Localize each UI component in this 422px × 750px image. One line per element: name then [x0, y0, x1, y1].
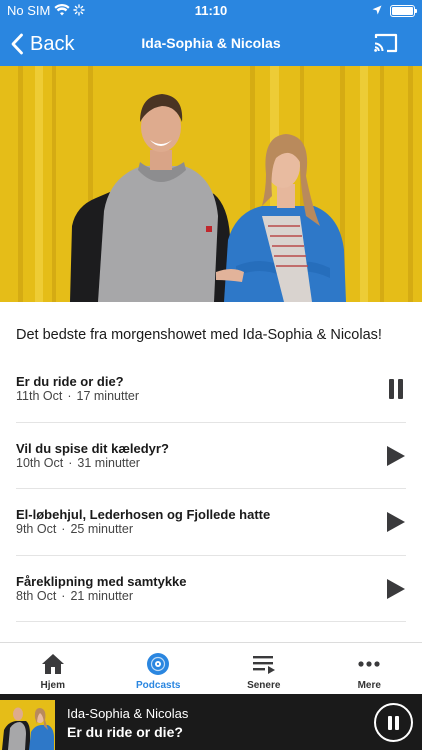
episode-duration: 21 minutter [70, 588, 133, 603]
episode-row[interactable]: Vil du spise dit kæledyr? 10th Oct · 31 mi… [16, 423, 406, 489]
tab-bar: Hjem Podcasts Senere Mere [0, 642, 422, 694]
cast-icon[interactable] [373, 32, 399, 54]
episode-date: 11th Oct [16, 389, 63, 403]
episode-list: Er du ride or die? 11th Oct · 17 minutter … [16, 356, 406, 622]
podcast-disc-icon [147, 653, 170, 675]
episode-duration: 31 minutter [77, 455, 140, 470]
episode-title: El-løbehjul, Lederhosen og Fjollede hatt… [16, 507, 271, 522]
episode-meta: 11th Oct · 17 minutter [16, 389, 140, 403]
episode-date: 9th Oct [16, 522, 57, 536]
episode-row[interactable]: Er du ride or die? 11th Oct · 17 minutter [16, 356, 406, 423]
tab-label: Mere [357, 680, 381, 691]
episode-date: 8th Oct [16, 588, 57, 603]
tab-senere[interactable]: Senere [211, 643, 317, 694]
player-artwork [0, 694, 55, 750]
episode-row[interactable]: El-løbehjul, Lederhosen og Fjollede hatt… [16, 489, 406, 556]
tab-label: Podcasts [136, 680, 181, 691]
tab-podcasts[interactable]: Podcasts [106, 643, 212, 694]
tab-label: Senere [247, 680, 281, 691]
tab-hjem[interactable]: Hjem [0, 643, 106, 694]
playlist-icon [252, 656, 275, 674]
episode-duration: 25 minutter [70, 522, 133, 536]
episode-meta: 10th Oct · 31 minutter [16, 455, 140, 470]
play-icon[interactable] [386, 578, 406, 600]
more-dots-icon [358, 661, 380, 667]
episode-title: Vil du spise dit kæledyr? [16, 440, 169, 456]
episode-title: Fåreklipning med samtykke [16, 573, 187, 589]
episode-meta: 8th Oct · 21 minutter [16, 588, 133, 603]
location-arrow-icon [372, 5, 382, 15]
episode-duration: 17 minutter [76, 389, 140, 403]
home-icon [41, 654, 64, 674]
episode-date: 10th Oct [16, 455, 64, 470]
player-pause-button[interactable] [374, 703, 413, 742]
mini-player[interactable]: Ida-Sophia & Nicolas Er du ride or die? [0, 694, 422, 750]
play-icon[interactable] [386, 511, 406, 533]
battery-icon [390, 5, 417, 17]
tab-mere[interactable]: Mere [317, 643, 422, 694]
hero-image [0, 66, 422, 302]
navigation-bar: Back Ida-Sophia & Nicolas [0, 22, 422, 66]
episode-row[interactable]: Fåreklipning med samtykke 8th Oct · 21 min… [16, 556, 406, 622]
status-bar: No SIM 11:10 [0, 0, 422, 22]
pause-icon[interactable] [386, 378, 406, 400]
episode-meta: 9th Oct · 25 minutter [16, 522, 133, 536]
podcast-description: Det bedste fra morgenshowet med Ida-Soph… [16, 327, 382, 343]
tab-label: Hjem [40, 680, 65, 691]
clock: 11:10 [194, 3, 228, 18]
play-icon[interactable] [386, 445, 406, 467]
player-episode-title: Er du ride or die? [67, 724, 183, 740]
top-bar: No SIM 11:10 Back Ida-Sophia & Nicolas [0, 0, 422, 66]
player-show-title: Ida-Sophia & Nicolas [67, 706, 189, 721]
page-title: Ida-Sophia & Nicolas [141, 35, 281, 51]
episode-title: Er du ride or die? [16, 374, 124, 389]
